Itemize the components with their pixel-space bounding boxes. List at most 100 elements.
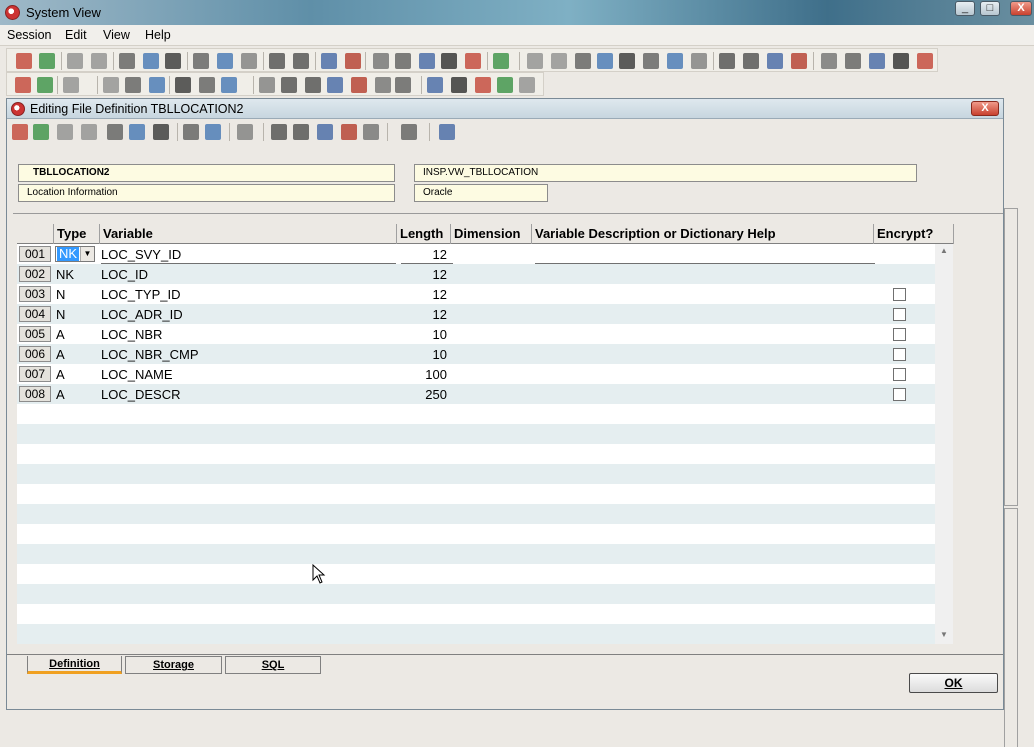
variable-cell[interactable]: LOC_NBR [101, 327, 162, 342]
scroll-down-icon[interactable]: ▼ [940, 630, 948, 639]
file-description-field[interactable]: Location Information [18, 184, 395, 202]
toolbar-button-icon[interactable] [205, 124, 221, 140]
toolbar-button-icon[interactable] [281, 77, 297, 93]
toolbar-button-icon[interactable] [345, 53, 361, 69]
toolbar-button-icon[interactable] [67, 53, 83, 69]
toolbar-button-icon[interactable] [643, 53, 659, 69]
toolbar-button-icon[interactable] [373, 53, 389, 69]
row-number[interactable]: 001 [19, 246, 51, 262]
toolbar-button-icon[interactable] [667, 53, 683, 69]
row-number[interactable]: 004 [19, 306, 51, 322]
type-cell[interactable]: A [56, 367, 65, 382]
dialog-close-button[interactable]: X [971, 101, 999, 116]
table-row[interactable]: 007 A LOC_NAME 100 [17, 364, 935, 384]
variable-cell[interactable]: LOC_TYP_ID [101, 287, 180, 302]
toolbar-button-icon[interactable] [183, 124, 199, 140]
encrypt-checkbox[interactable] [893, 308, 906, 321]
toolbar-button-icon[interactable] [293, 53, 309, 69]
db-object-field[interactable]: INSP.VW_TBLLOCATION [414, 164, 917, 182]
toolbar-button-icon[interactable] [465, 53, 481, 69]
file-name-field[interactable]: TBLLOCATION2 [18, 164, 395, 182]
type-select[interactable]: NK ▼ [55, 246, 95, 262]
variable-cell[interactable]: LOC_ID [101, 267, 148, 282]
toolbar-button-icon[interactable] [427, 77, 443, 93]
minimize-button[interactable]: _ [955, 1, 975, 16]
toolbar-button-icon[interactable] [691, 53, 707, 69]
toolbar-button-icon[interactable] [175, 77, 191, 93]
toolbar-button-icon[interactable] [419, 53, 435, 69]
col-description[interactable]: Variable Description or Dictionary Help [535, 226, 776, 241]
row-number[interactable]: 008 [19, 386, 51, 402]
tab-storage[interactable]: Storage [125, 656, 222, 674]
type-cell[interactable]: N [56, 307, 65, 322]
db-type-field[interactable]: Oracle [414, 184, 548, 202]
toolbar-button-icon[interactable] [493, 53, 509, 69]
type-cell[interactable]: A [56, 387, 65, 402]
menu-view[interactable]: View [103, 28, 130, 42]
toolbar-button-icon[interactable] [33, 124, 49, 140]
variable-cell[interactable]: LOC_ADR_ID [101, 307, 183, 322]
type-cell[interactable]: N [56, 287, 65, 302]
table-row[interactable]: 005 A LOC_NBR 10 [17, 324, 935, 344]
row-number[interactable]: 007 [19, 366, 51, 382]
row-number[interactable]: 006 [19, 346, 51, 362]
length-cell[interactable]: 12 [401, 247, 447, 262]
ok-button[interactable]: OK [909, 673, 998, 693]
toolbar-button-icon[interactable] [241, 53, 257, 69]
table-row[interactable]: 004 N LOC_ADR_ID 12 [17, 304, 935, 324]
toolbar-button-icon[interactable] [199, 77, 215, 93]
toolbar-button-icon[interactable] [519, 77, 535, 93]
length-cell[interactable]: 12 [401, 287, 447, 302]
toolbar-button-icon[interactable] [165, 53, 181, 69]
toolbar-button-icon[interactable] [375, 77, 391, 93]
toolbar-button-icon[interactable] [743, 53, 759, 69]
toolbar-button-icon[interactable] [351, 77, 367, 93]
type-cell[interactable]: A [56, 327, 65, 342]
toolbar-button-icon[interactable] [217, 53, 233, 69]
toolbar-button-icon[interactable] [91, 53, 107, 69]
toolbar-button-icon[interactable] [271, 124, 287, 140]
maximize-button[interactable]: □ [980, 1, 1000, 16]
scroll-up-icon[interactable]: ▲ [940, 246, 948, 255]
toolbar-button-icon[interactable] [317, 124, 333, 140]
tab-definition[interactable]: Definition [27, 656, 122, 674]
toolbar-button-icon[interactable] [597, 53, 613, 69]
encrypt-checkbox[interactable] [893, 368, 906, 381]
chevron-down-icon[interactable]: ▼ [80, 247, 94, 261]
toolbar-button-icon[interactable] [869, 53, 885, 69]
encrypt-checkbox[interactable] [893, 388, 906, 401]
toolbar-button-icon[interactable] [439, 124, 455, 140]
toolbar-button-icon[interactable] [81, 124, 97, 140]
toolbar-button-icon[interactable] [497, 77, 513, 93]
length-cell[interactable]: 10 [401, 327, 447, 342]
toolbar-button-icon[interactable] [791, 53, 807, 69]
toolbar-button-icon[interactable] [37, 77, 53, 93]
table-row[interactable]: 008 A LOC_DESCR 250 [17, 384, 935, 404]
col-type[interactable]: Type [57, 226, 86, 241]
table-row[interactable]: 002 NK LOC_ID 12 [17, 264, 935, 284]
toolbar-button-icon[interactable] [327, 77, 343, 93]
length-cell[interactable]: 250 [401, 387, 447, 402]
toolbar-button-icon[interactable] [575, 53, 591, 69]
toolbar-button-icon[interactable] [125, 77, 141, 93]
toolbar-button-icon[interactable] [305, 77, 321, 93]
encrypt-checkbox[interactable] [893, 288, 906, 301]
toolbar-button-icon[interactable] [451, 77, 467, 93]
toolbar-button-icon[interactable] [767, 53, 783, 69]
toolbar-button-icon[interactable] [221, 77, 237, 93]
toolbar-button-icon[interactable] [237, 124, 253, 140]
row-number[interactable]: 005 [19, 326, 51, 342]
toolbar-button-icon[interactable] [107, 124, 123, 140]
encrypt-checkbox[interactable] [893, 348, 906, 361]
toolbar-button-icon[interactable] [119, 53, 135, 69]
row-number[interactable]: 002 [19, 266, 51, 282]
toolbar-button-icon[interactable] [153, 124, 169, 140]
col-length[interactable]: Length [400, 226, 443, 241]
toolbar-button-icon[interactable] [39, 53, 55, 69]
toolbar-button-icon[interactable] [401, 124, 417, 140]
col-encrypt[interactable]: Encrypt? [877, 226, 933, 241]
toolbar-button-icon[interactable] [845, 53, 861, 69]
toolbar-button-icon[interactable] [821, 53, 837, 69]
toolbar-button-icon[interactable] [193, 53, 209, 69]
toolbar-button-icon[interactable] [143, 53, 159, 69]
